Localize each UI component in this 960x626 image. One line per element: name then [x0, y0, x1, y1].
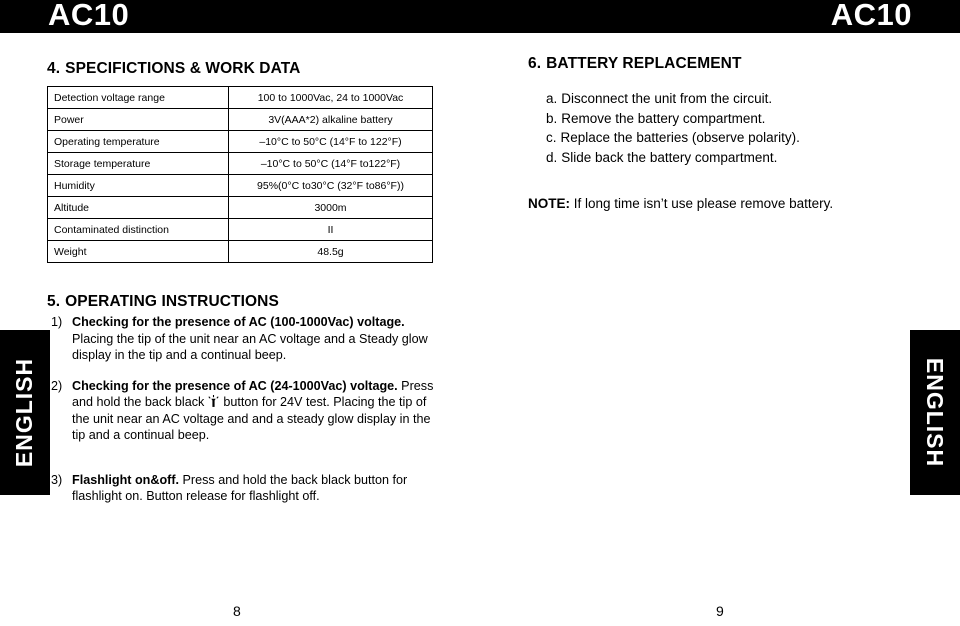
table-row: Power 3V(AAA*2) alkaline battery: [47, 108, 433, 131]
specifications-heading-number: 4.: [47, 60, 61, 77]
operating-instructions-heading-number: 5.: [47, 293, 61, 310]
spec-value: –10°C to 50°C (14°F to122°F): [228, 152, 433, 175]
spec-value: 95%(0°C to30°C (32°F to86°F)): [228, 174, 433, 197]
operating-instructions-heading-text: OPERATING INSTRUCTIONS: [65, 293, 279, 310]
operating-instructions-list: 1) Checking for the presence of AC (100-1…: [47, 314, 447, 505]
list-item: c. Replace the batteries (observe polarit…: [546, 128, 928, 148]
spec-value: 48.5g: [228, 240, 433, 263]
step-letter: d.: [546, 149, 558, 165]
list-item: 3) Flashlight on&off. Press and hold the …: [47, 472, 447, 505]
list-item-bold-lead: Checking for the presence of AC (100-100…: [72, 315, 405, 329]
list-item-bold-lead: Flashlight on&off.: [72, 472, 180, 487]
list-item-marker: 3): [51, 472, 63, 487]
spec-value: 3000m: [228, 196, 433, 219]
table-row: Weight 48.5g: [47, 240, 433, 263]
battery-replacement-steps: a. Disconnect the unit from the circuit. …: [528, 89, 928, 167]
battery-replacement-heading-number: 6.: [528, 55, 542, 72]
list-item: d. Slide back the battery compartment.: [546, 148, 928, 168]
step-text: Disconnect the unit from the circuit.: [561, 91, 773, 106]
table-row: Contaminated distinction II: [47, 218, 433, 241]
battery-note: NOTE: If long time isn’t use please remo…: [528, 194, 928, 213]
list-item: b. Remove the battery compartment.: [546, 109, 928, 129]
table-row: Detection voltage range 100 to 1000Vac, …: [47, 86, 433, 109]
flashlight-icon: [207, 395, 220, 408]
table-row: Operating temperature –10°C to 50°C (14°…: [47, 130, 433, 153]
table-row: Storage temperature –10°C to 50°C (14°F …: [47, 152, 433, 175]
spec-label: Humidity: [47, 174, 229, 197]
list-item: a. Disconnect the unit from the circuit.: [546, 89, 928, 109]
list-item-body: Placing the tip of the unit near an AC v…: [72, 331, 428, 363]
spec-value: 100 to 1000Vac, 24 to 1000Vac: [228, 86, 433, 109]
spec-value: –10°C to 50°C (14°F to 122°F): [228, 130, 433, 153]
specifications-heading-text: SPECIFICTIONS & WORK DATA: [65, 60, 301, 77]
side-tab-label-right: ENGLISH: [922, 357, 949, 468]
header-title-left: AC10: [48, 0, 130, 32]
battery-note-text: If long time isn’t use please remove bat…: [570, 196, 834, 211]
spec-label: Altitude: [47, 196, 229, 219]
list-item-marker: 1): [51, 315, 63, 329]
side-tab-label-left: ENGLISH: [11, 357, 38, 468]
table-row: Altitude 3000m: [47, 196, 433, 219]
spec-value: 3V(AAA*2) alkaline battery: [228, 108, 433, 131]
list-item: 2) Checking for the presence of AC (24-10…: [47, 378, 447, 444]
page-left-content: 4. SPECIFICTIONS & WORK DATA Detection vo…: [47, 60, 447, 519]
list-item: 1) Checking for the presence of AC (100-1…: [47, 314, 447, 364]
spec-label: Storage temperature: [47, 152, 229, 175]
battery-replacement-heading: 6. BATTERY REPLACEMENT: [528, 55, 928, 73]
side-tab-english-right: ENGLISH: [910, 330, 960, 495]
step-letter: b.: [546, 110, 558, 126]
spec-value: II: [228, 218, 433, 241]
step-letter: a.: [546, 91, 558, 106]
list-item-marker: 2): [51, 378, 63, 393]
operating-instructions-section: 5. OPERATING INSTRUCTIONS 1) Checking for …: [47, 293, 447, 505]
table-row: Humidity 95%(0°C to30°C (32°F to86°F)): [47, 174, 433, 197]
spec-label: Weight: [47, 240, 229, 263]
battery-note-label: NOTE:: [528, 196, 570, 211]
battery-replacement-heading-text: BATTERY REPLACEMENT: [546, 55, 742, 72]
specifications-table-body: Detection voltage range 100 to 1000Vac, …: [47, 86, 433, 263]
spec-label: Operating temperature: [47, 130, 229, 153]
spec-label: Power: [47, 108, 229, 131]
side-tab-english-left: ENGLISH: [0, 330, 50, 495]
spec-label: Detection voltage range: [47, 86, 229, 109]
spec-label: Contaminated distinction: [47, 218, 229, 241]
step-letter: c.: [546, 130, 557, 145]
operating-instructions-heading: 5. OPERATING INSTRUCTIONS: [47, 293, 447, 311]
step-text: Slide back the battery compartment.: [561, 149, 778, 165]
page-number-left: 8: [233, 603, 241, 619]
page-number-right: 9: [716, 603, 724, 619]
header-bar: [0, 0, 960, 33]
step-text: Remove the battery compartment.: [561, 110, 766, 126]
step-text: Replace the batteries (observe polarity)…: [560, 130, 800, 145]
list-item-bold-lead: Checking for the presence of AC (24-1000…: [72, 378, 398, 393]
specifications-table: Detection voltage range 100 to 1000Vac, …: [47, 86, 433, 263]
header-title-right: AC10: [830, 0, 912, 32]
specifications-heading: 4. SPECIFICTIONS & WORK DATA: [47, 60, 447, 78]
page-right-content: 6. BATTERY REPLACEMENT a. Disconnect the u…: [528, 55, 928, 213]
